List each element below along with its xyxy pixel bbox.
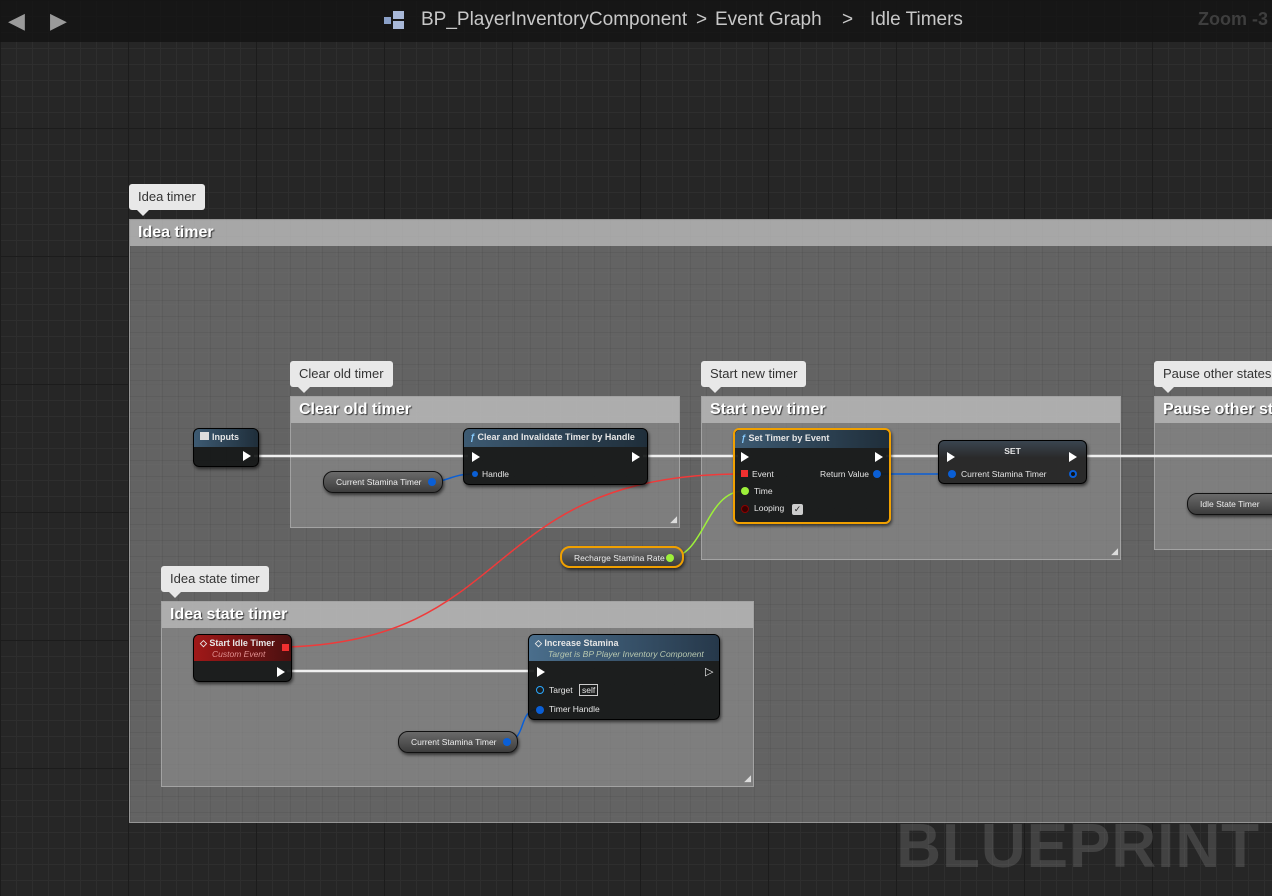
blueprint-watermark: BLUEPRINT bbox=[896, 812, 1260, 881]
inputs-node[interactable]: Inputs bbox=[193, 428, 259, 467]
exec-out-pin[interactable] bbox=[632, 452, 640, 462]
output-pin[interactable] bbox=[1069, 470, 1077, 478]
node-header: ƒ Set Timer by Event bbox=[735, 430, 889, 448]
output-pin[interactable] bbox=[428, 478, 436, 486]
event-pin[interactable] bbox=[741, 470, 748, 477]
exec-out-pin[interactable] bbox=[243, 451, 251, 461]
exec-out-pin[interactable]: ▷ bbox=[705, 667, 713, 678]
handle-pin[interactable] bbox=[472, 471, 478, 477]
pin-label: Return Value bbox=[820, 469, 869, 479]
pin-label: Current Stamina Timer bbox=[961, 469, 1047, 479]
set-variable-node[interactable]: SET Current Stamina Timer bbox=[938, 440, 1087, 484]
pin-label: Target bbox=[549, 685, 573, 695]
pin-label: Time bbox=[754, 486, 773, 496]
node-title: Start Idle Timer bbox=[209, 638, 275, 648]
exec-in-pin[interactable] bbox=[741, 452, 749, 462]
node-subtitle: Custom Event bbox=[212, 649, 266, 659]
output-pin[interactable] bbox=[503, 738, 511, 746]
return-value-pin[interactable] bbox=[873, 470, 881, 478]
increase-stamina-node[interactable]: ◇ Increase Stamina Target is BP Player In… bbox=[528, 634, 720, 720]
delegate-out-pin[interactable] bbox=[282, 644, 289, 651]
event-diamond-icon: ◇ bbox=[535, 638, 545, 648]
node-header: Inputs bbox=[194, 429, 258, 447]
node-header: ◇ Start Idle Timer Custom Event bbox=[194, 635, 291, 661]
recharge-stamina-rate-getter[interactable]: Recharge Stamina Rate bbox=[560, 546, 684, 568]
idle-state-timer-getter[interactable]: Idle State Timer bbox=[1187, 493, 1272, 515]
current-stamina-timer-getter[interactable]: Current Stamina Timer bbox=[398, 731, 518, 753]
function-icon: ƒ bbox=[741, 433, 749, 443]
var-label: Current Stamina Timer bbox=[336, 477, 422, 487]
time-pin[interactable] bbox=[741, 487, 749, 495]
node-header: ƒ Clear and Invalidate Timer by Handle bbox=[464, 429, 647, 447]
target-pin[interactable] bbox=[536, 686, 544, 694]
clear-invalidate-timer-node[interactable]: ƒ Clear and Invalidate Timer by Handle H… bbox=[463, 428, 648, 485]
event-diamond-icon: ◇ bbox=[200, 638, 210, 648]
set-timer-by-event-node[interactable]: ƒ Set Timer by Event Event Return Value … bbox=[733, 428, 891, 524]
looping-pin[interactable] bbox=[741, 505, 749, 513]
pin-label: Looping bbox=[754, 503, 785, 513]
start-idle-timer-event-node[interactable]: ◇ Start Idle Timer Custom Event bbox=[193, 634, 292, 682]
var-label: Idle State Timer bbox=[1200, 499, 1260, 509]
node-title: Increase Stamina bbox=[544, 638, 619, 648]
function-icon: ƒ bbox=[470, 432, 478, 442]
pin-label: Handle bbox=[482, 469, 509, 479]
timer-handle-pin[interactable] bbox=[536, 706, 544, 714]
node-header: ◇ Increase Stamina Target is BP Player In… bbox=[529, 635, 719, 661]
exec-in-pin[interactable] bbox=[947, 452, 955, 462]
node-title: Set Timer by Event bbox=[748, 433, 830, 443]
input-pin[interactable] bbox=[948, 470, 956, 478]
looping-checkbox[interactable]: ✓ bbox=[792, 504, 803, 515]
exec-in-pin[interactable] bbox=[472, 452, 480, 462]
inputs-icon bbox=[200, 432, 209, 440]
exec-out-pin[interactable] bbox=[1069, 452, 1077, 462]
exec-in-pin[interactable] bbox=[537, 667, 545, 677]
pin-label: Event bbox=[752, 469, 774, 479]
exec-out-pin[interactable] bbox=[277, 667, 285, 677]
current-stamina-timer-getter[interactable]: Current Stamina Timer bbox=[323, 471, 443, 493]
node-title: Inputs bbox=[212, 432, 239, 442]
node-title: SET bbox=[1004, 446, 1021, 456]
node-title: Clear and Invalidate Timer by Handle bbox=[477, 432, 635, 442]
pin-label: Timer Handle bbox=[549, 704, 600, 714]
output-pin[interactable] bbox=[666, 554, 674, 562]
var-label: Recharge Stamina Rate bbox=[574, 553, 665, 563]
node-subtitle: Target is BP Player Inventory Component bbox=[548, 649, 704, 659]
var-label: Current Stamina Timer bbox=[411, 737, 497, 747]
exec-out-pin[interactable] bbox=[875, 452, 883, 462]
target-self-default[interactable]: self bbox=[579, 684, 599, 696]
